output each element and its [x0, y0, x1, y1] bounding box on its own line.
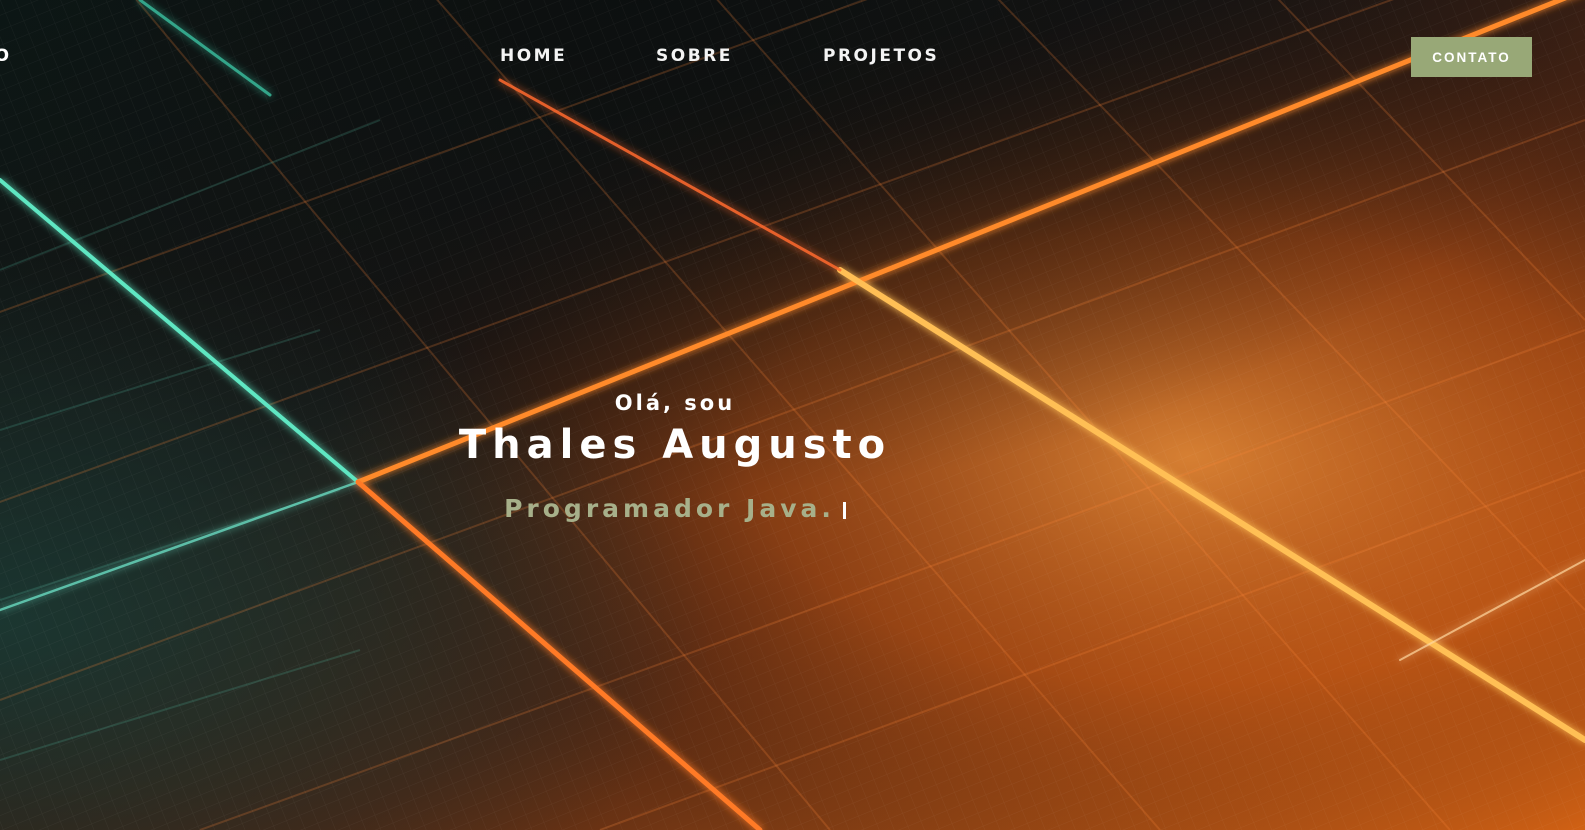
- nav-link-sobre[interactable]: SOBRE: [656, 46, 733, 66]
- nav-link-projetos[interactable]: PROJETOS: [823, 46, 939, 66]
- typing-cursor-icon: [842, 502, 846, 519]
- hero-name: Thales Augusto: [458, 422, 892, 468]
- nav-link-home[interactable]: HOME: [500, 46, 567, 66]
- hero-section: Olá, sou Thales Augusto Programador Java…: [360, 385, 990, 527]
- hero-greeting: Olá, sou: [614, 391, 736, 415]
- portfolio-page: TO HOME SOBRE PROJETOS CONTATO Olá, sou …: [0, 0, 1585, 830]
- contact-button[interactable]: CONTATO: [1411, 37, 1532, 77]
- nav-links: HOME SOBRE PROJETOS: [0, 46, 1585, 70]
- hero-role-line: Programador Java.: [360, 491, 990, 527]
- top-navigation: TO HOME SOBRE PROJETOS CONTATO: [0, 0, 1585, 112]
- hero-role: Programador Java.: [504, 494, 835, 523]
